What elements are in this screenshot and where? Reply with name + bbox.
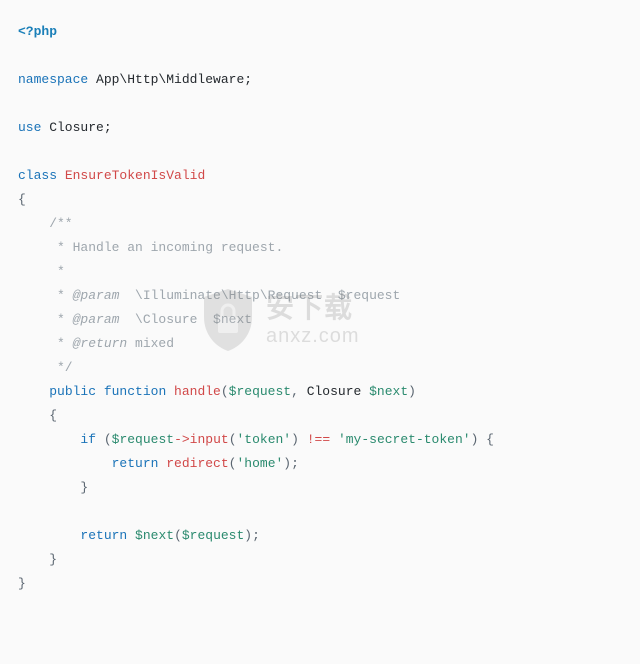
keyword-function: function: [96, 384, 166, 399]
keyword-use: use: [18, 120, 41, 135]
not-identical-operator: !==: [299, 432, 338, 447]
docblock-line: * Handle an incoming request.: [18, 240, 283, 255]
keyword-public: public: [49, 384, 96, 399]
indent: [18, 456, 112, 471]
indent: [18, 384, 49, 399]
variable-request: $request: [112, 432, 174, 447]
string-home: 'home': [236, 456, 283, 471]
docblock-open: /**: [18, 216, 73, 231]
keyword-class: class: [18, 168, 57, 183]
php-code-block: <?php namespace App\Http\Middleware; use…: [0, 0, 640, 664]
paren-close-brace: ) {: [471, 432, 494, 447]
brace-close: }: [18, 576, 26, 591]
indent: [18, 528, 80, 543]
paren-open: (: [174, 528, 182, 543]
string-secret: 'my-secret-token': [338, 432, 471, 447]
keyword-return: return: [80, 528, 127, 543]
docblock-line: \Closure $next: [119, 312, 252, 327]
arrow-operator: ->: [174, 432, 190, 447]
paren-open: (: [221, 384, 229, 399]
brace-open: {: [18, 192, 26, 207]
php-open-tag: <?php: [18, 24, 57, 39]
namespace-path: App\Http\Middleware;: [88, 72, 252, 87]
class-name: EnsureTokenIsValid: [57, 168, 205, 183]
paren-close: ): [291, 432, 299, 447]
indent: [18, 432, 80, 447]
use-target: Closure;: [41, 120, 111, 135]
docblock-param: @param: [73, 288, 120, 303]
function-redirect: redirect: [166, 456, 228, 471]
docblock-line: *: [18, 336, 73, 351]
keyword-namespace: namespace: [18, 72, 88, 87]
keyword-if: if: [80, 432, 96, 447]
docblock-line: *: [18, 264, 65, 279]
docblock-param: @param: [73, 312, 120, 327]
variable-next: $next: [135, 528, 174, 543]
docblock-line: \Illuminate\Http\Request $request: [119, 288, 400, 303]
function-name: handle: [166, 384, 221, 399]
paren-open: (: [229, 432, 237, 447]
paren-close-semi: );: [283, 456, 299, 471]
watermark-domain: anxz.com: [266, 326, 360, 346]
if-brace-close: }: [18, 480, 88, 495]
variable-next: $next: [369, 384, 408, 399]
paren-close: ): [408, 384, 416, 399]
string-token: 'token': [237, 432, 292, 447]
paren-open: (: [96, 432, 112, 447]
fn-brace-open: {: [18, 408, 57, 423]
docblock-return: @return: [73, 336, 128, 351]
docblock-close: */: [18, 360, 73, 375]
variable-request: $request: [229, 384, 291, 399]
variable-request: $request: [182, 528, 244, 543]
space: [127, 528, 135, 543]
method-input: input: [190, 432, 229, 447]
docblock-line: mixed: [127, 336, 174, 351]
docblock-line: *: [18, 312, 73, 327]
docblock-line: *: [18, 288, 73, 303]
comma: ,: [291, 384, 307, 399]
fn-brace-close: }: [18, 552, 57, 567]
paren-close-semi: );: [244, 528, 260, 543]
type-closure: Closure: [307, 384, 369, 399]
keyword-return: return: [112, 456, 159, 471]
